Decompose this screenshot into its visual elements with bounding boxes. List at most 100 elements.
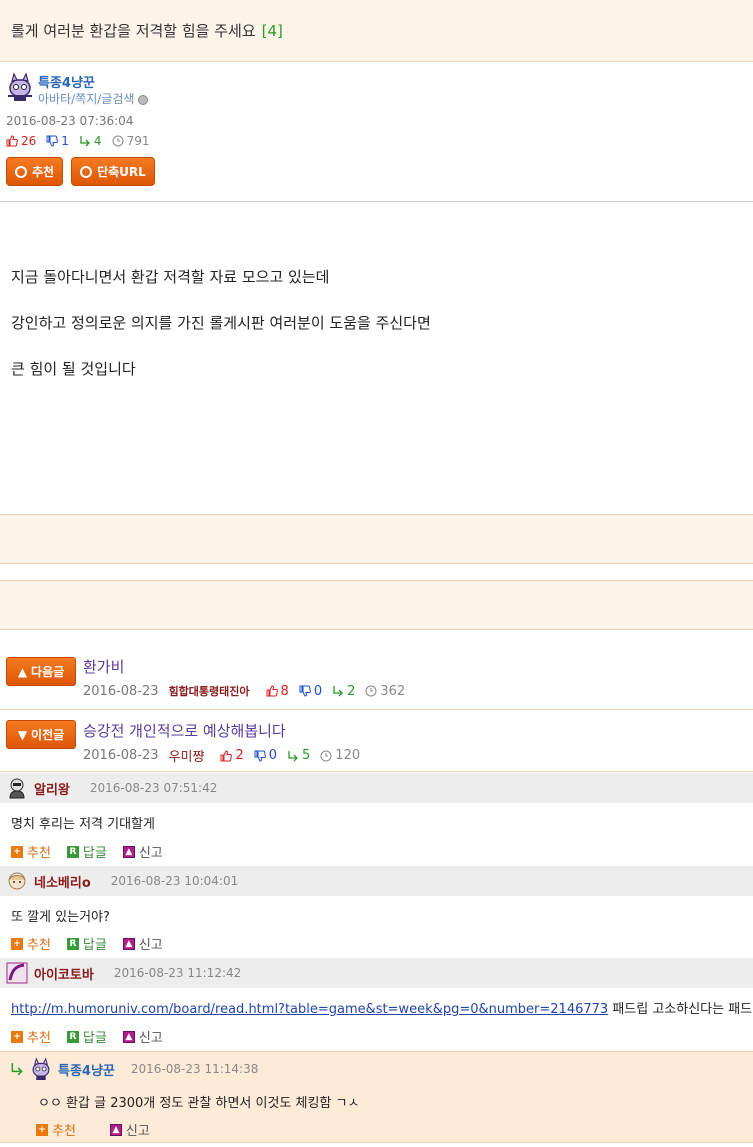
report-text: 신고 — [138, 1031, 163, 1046]
comment-recommend-button[interactable]: + 추천 — [11, 934, 51, 953]
comment-report-button[interactable]: ▲ 신고 — [122, 842, 163, 861]
ad-band-bottom — [0, 580, 753, 630]
next-post-meta: 2016-08-23 힘합대통령태진아 8 0 2 362 — [83, 683, 405, 699]
prev-post-author[interactable]: 우미쨩 — [169, 746, 205, 765]
prev-down-count: 0 — [268, 748, 278, 763]
comment-reply-button[interactable]: R 답글 — [66, 934, 107, 953]
reply-recommend-button[interactable]: + 추천 — [36, 1120, 76, 1139]
comment-date: 2016-08-23 11:12:42 — [113, 966, 242, 980]
clock-icon — [365, 685, 377, 697]
author-avatar-icon[interactable] — [6, 72, 34, 102]
thumbs-down-icon — [254, 750, 266, 762]
prev-reply-stat: 5 — [287, 748, 310, 763]
comment-text: 명치 후리는 저격 기대할게 — [11, 817, 155, 832]
comment-header: 알리왕 2016-08-23 07:51:42 — [0, 773, 753, 803]
report-icon: ▲ — [122, 937, 135, 950]
thumbs-up-icon — [220, 749, 233, 761]
views-count: 791 — [126, 134, 150, 148]
plus-icon: + — [36, 1123, 48, 1136]
comment-header: 아이코토바 2016-08-23 11:12:42 — [0, 958, 753, 988]
next-down-count: 0 — [313, 683, 323, 699]
prev-down-stat: 0 — [254, 748, 277, 763]
reply-text: 답글 — [82, 846, 107, 861]
report-text: 신고 — [138, 846, 163, 861]
clock-icon — [112, 135, 124, 147]
thumbs-down-icon — [46, 135, 59, 147]
plus-icon: + — [11, 937, 23, 950]
author-box: 특종4냥꾼 아바타/쪽지/글검색 2016-08-23 07:36:04 26 … — [0, 62, 753, 202]
prev-post-date: 2016-08-23 — [83, 748, 159, 763]
short-url-label: 단축URL — [97, 165, 146, 179]
commenter-name[interactable]: 알리왕 — [34, 779, 70, 798]
report-icon: ▲ — [122, 845, 135, 858]
recommend-text: 추천 — [27, 938, 51, 953]
short-url-button[interactable]: 단축URL — [71, 157, 155, 186]
commenter-avatar-icon[interactable] — [30, 1057, 52, 1081]
reply-commenter-name[interactable]: 특종4냥꾼 — [58, 1060, 115, 1079]
comment-report-button[interactable]: ▲ 신고 — [122, 1027, 163, 1046]
downvote-count: 1 — [61, 134, 69, 148]
next-reply-count: 2 — [347, 683, 356, 699]
comment-link[interactable]: http://m.humoruniv.com/board/read.html?t… — [11, 1002, 608, 1017]
next-post-author[interactable]: 힘합대통령태진아 — [169, 683, 250, 699]
comment-report-button[interactable]: ▲ 신고 — [122, 934, 163, 953]
comment-count[interactable]: [4] — [262, 22, 283, 40]
commenter-name[interactable]: 네소베리o — [34, 872, 91, 891]
comment-recommend-button[interactable]: + 추천 — [11, 1027, 51, 1046]
comment-actions: + 추천 R 답글 ▲ 신고 — [11, 934, 163, 953]
author-name[interactable]: 특종4냥꾼 — [38, 72, 95, 91]
next-post-title[interactable]: 환가비 — [83, 656, 124, 677]
comment-reply-button[interactable]: R 답글 — [66, 842, 107, 861]
reply-arrow-icon — [80, 136, 90, 147]
next-views-stat: 362 — [365, 684, 405, 699]
post-title: 롤게 여러분 환갑을 저격할 힘을 주세요 — [11, 22, 256, 40]
down-triangle-icon: ▼ — [17, 727, 28, 742]
prev-views-count: 120 — [335, 748, 361, 763]
reply-comment-actions: + 추천 ▲ 신고 — [36, 1120, 150, 1139]
next-post-row: ▲ 다음글 환가비 2016-08-23 힘합대통령태진아 8 0 2 362 — [0, 648, 753, 710]
recommend-circle-icon — [15, 165, 27, 178]
commenter-avatar-icon[interactable] — [6, 777, 28, 799]
ad-band-top — [0, 514, 753, 564]
reply-stat: 4 — [79, 134, 102, 148]
upvote-count: 26 — [21, 134, 37, 148]
level-badge-icon — [138, 94, 149, 105]
prev-post-label: 이전글 — [31, 728, 65, 742]
plus-icon: + — [11, 1030, 23, 1043]
commenter-name[interactable]: 아이코토바 — [34, 964, 94, 983]
prev-post-button[interactable]: ▼ 이전글 — [6, 720, 76, 749]
reply-r-icon: R — [66, 1030, 79, 1043]
downvote-stat: 1 — [46, 134, 69, 148]
views-stat: 791 — [112, 134, 150, 148]
comment-date: 2016-08-23 10:04:01 — [110, 874, 239, 888]
clock-icon — [320, 750, 332, 761]
upvote-stat: 26 — [6, 134, 36, 148]
author-links-text[interactable]: 아바타/쪽지/글검색 — [38, 92, 134, 106]
comment-text: http://m.humoruniv.com/board/read.html?t… — [11, 998, 753, 1017]
thumbs-down-icon — [299, 685, 311, 697]
content-line: 강인하고 정의로운 의지를 가진 롤게시판 여러분이 도움을 주신다면 — [11, 314, 431, 332]
comment-text: 또 깔게 있는거야? — [11, 910, 110, 925]
reply-comment-box: 특종4냥꾼 2016-08-23 11:14:38 ㅇㅇ 환갑 글 2300개 … — [0, 1051, 753, 1143]
recommend-label: 추천 — [32, 165, 55, 179]
reply-text: 답글 — [82, 1031, 107, 1046]
post-stats: 26 1 4 791 — [6, 134, 149, 148]
reply-arrow-icon — [288, 750, 298, 761]
reply-text: 답글 — [82, 938, 107, 953]
reply-count: 4 — [93, 134, 102, 148]
recommend-button[interactable]: 추천 — [6, 157, 64, 186]
comment-reply-button[interactable]: R 답글 — [66, 1027, 107, 1046]
commenter-avatar-icon[interactable] — [6, 870, 28, 892]
comment-header: 네소베리o 2016-08-23 10:04:01 — [0, 866, 753, 896]
comment-recommend-button[interactable]: + 추천 — [11, 842, 51, 861]
commenter-avatar-icon[interactable] — [6, 962, 28, 984]
report-text: 신고 — [138, 938, 163, 953]
next-post-button[interactable]: ▲ 다음글 — [6, 657, 76, 686]
reply-comment-date: 2016-08-23 11:14:38 — [130, 1062, 259, 1076]
recommend-text: 추천 — [27, 846, 51, 861]
prev-post-title[interactable]: 승강전 개인적으로 예상해봅니다 — [83, 720, 286, 741]
report-text: 신고 — [125, 1124, 150, 1139]
reply-report-button[interactable]: ▲ 신고 — [109, 1120, 150, 1139]
prev-up-stat: 2 — [220, 748, 244, 763]
author-links[interactable]: 아바타/쪽지/글검색 — [38, 90, 149, 107]
